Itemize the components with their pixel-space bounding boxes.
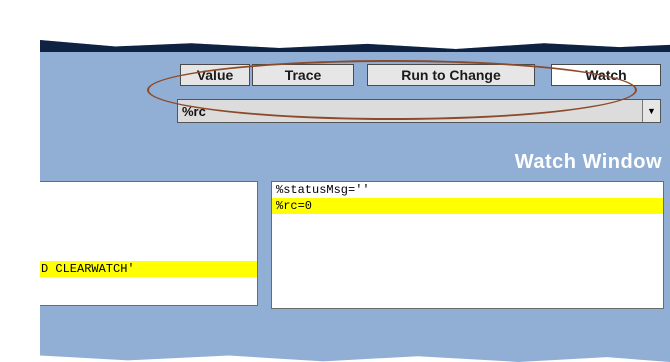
- output-line-highlighted: D CLEARWATCH': [40, 261, 257, 277]
- window-title-bar: [40, 40, 670, 52]
- watch-expression-combo[interactable]: %rc ▼: [177, 99, 661, 123]
- watch-variable-row-selected[interactable]: %rc=0: [272, 198, 663, 214]
- watch-button[interactable]: Watch: [551, 64, 661, 86]
- run-to-change-button[interactable]: Run to Change: [367, 64, 535, 86]
- watch-expression-value: %rc: [182, 103, 206, 119]
- value-button[interactable]: Value: [180, 64, 250, 86]
- watch-variables-list[interactable]: %statusMsg='' %rc=0: [271, 181, 664, 309]
- watch-variable-row[interactable]: %statusMsg='': [272, 182, 663, 198]
- trace-button[interactable]: Trace: [252, 64, 354, 86]
- command-output-panel[interactable]: D CLEARWATCH': [40, 181, 258, 306]
- debugger-window: Value Trace Run to Change Watch %rc ▼ Wa…: [40, 40, 670, 362]
- watch-window-title: Watch Window: [514, 151, 662, 173]
- dropdown-arrow-icon[interactable]: ▼: [642, 100, 660, 122]
